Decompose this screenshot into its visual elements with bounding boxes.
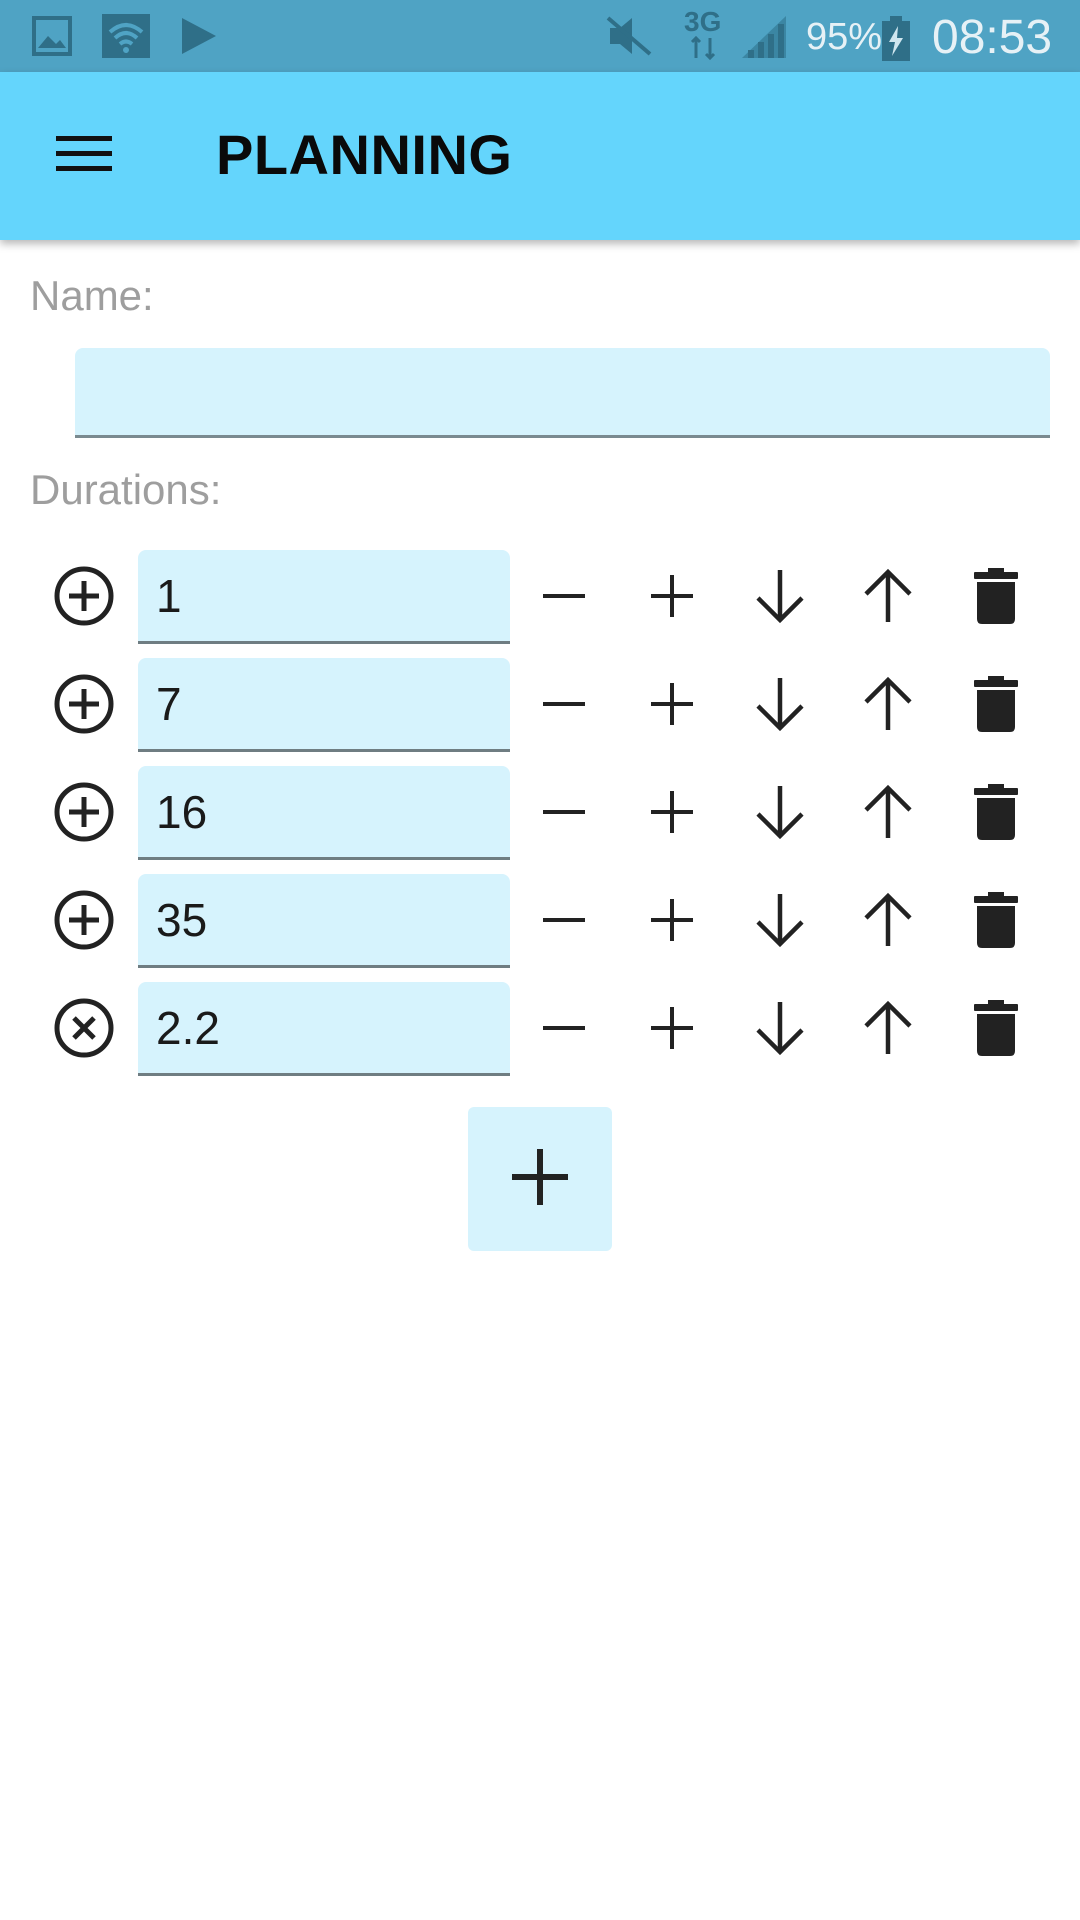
add-circle-icon — [53, 565, 115, 632]
move-up-button[interactable] — [856, 890, 920, 954]
name-input[interactable] — [75, 348, 1050, 438]
arrow-up-icon — [862, 892, 914, 953]
duration-type-toggle[interactable] — [52, 674, 116, 738]
delete-button[interactable] — [964, 566, 1028, 630]
arrow-down-icon — [754, 568, 806, 629]
plus-icon — [648, 680, 696, 733]
mute-icon — [604, 14, 654, 63]
increase-button[interactable] — [640, 566, 704, 630]
duration-input[interactable] — [138, 550, 510, 644]
page-title: PLANNING — [216, 123, 513, 186]
move-down-button[interactable] — [748, 782, 812, 846]
increase-button[interactable] — [640, 674, 704, 738]
delete-icon — [974, 891, 1018, 953]
multiply-circle-icon — [53, 997, 115, 1064]
duration-row — [0, 658, 1080, 766]
decrease-button[interactable] — [532, 782, 596, 846]
add-circle-icon — [53, 781, 115, 848]
delete-button[interactable] — [964, 674, 1028, 738]
increase-button[interactable] — [640, 890, 704, 954]
decrease-button[interactable] — [532, 674, 596, 738]
delete-icon — [974, 567, 1018, 629]
duration-row — [0, 550, 1080, 658]
duration-row — [0, 982, 1080, 1090]
increase-button[interactable] — [640, 998, 704, 1062]
duration-input[interactable] — [138, 766, 510, 860]
arrow-up-icon — [862, 676, 914, 737]
duration-input[interactable] — [138, 874, 510, 968]
duration-row — [0, 874, 1080, 982]
arrow-down-icon — [754, 1000, 806, 1061]
move-down-button[interactable] — [748, 998, 812, 1062]
battery-percent: 95% — [806, 16, 883, 58]
delete-icon — [974, 675, 1018, 737]
play-store-icon — [176, 14, 220, 63]
move-up-button[interactable] — [856, 998, 920, 1062]
duration-type-toggle[interactable] — [52, 890, 116, 954]
plus-icon — [648, 1004, 696, 1057]
move-down-button[interactable] — [748, 674, 812, 738]
arrow-up-icon — [862, 784, 914, 845]
image-icon — [30, 14, 74, 63]
move-up-button[interactable] — [856, 566, 920, 630]
move-up-button[interactable] — [856, 782, 920, 846]
minus-icon — [540, 896, 588, 949]
durations-list — [0, 550, 1080, 1090]
decrease-button[interactable] — [532, 998, 596, 1062]
delete-icon — [974, 999, 1018, 1061]
signal-icon — [740, 14, 790, 65]
battery-charging-icon — [880, 16, 912, 67]
move-up-button[interactable] — [856, 674, 920, 738]
delete-icon — [974, 783, 1018, 845]
minus-icon — [540, 1004, 588, 1057]
add-duration-button[interactable] — [468, 1107, 612, 1251]
wifi-icon — [102, 14, 150, 63]
minus-icon — [540, 788, 588, 841]
plus-icon — [648, 896, 696, 949]
duration-type-toggle[interactable] — [52, 566, 116, 630]
durations-label: Durations: — [30, 466, 222, 513]
add-circle-icon — [53, 889, 115, 956]
plus-icon — [508, 1145, 572, 1214]
duration-type-toggle[interactable] — [52, 998, 116, 1062]
duration-input[interactable] — [138, 658, 510, 752]
plus-icon — [648, 788, 696, 841]
status-bar: 3G 95% 08:53 — [0, 0, 1080, 72]
minus-icon — [540, 572, 588, 625]
duration-row — [0, 766, 1080, 874]
add-circle-icon — [53, 673, 115, 740]
minus-icon — [540, 680, 588, 733]
clock-time: 08:53 — [932, 11, 1053, 64]
hamburger-menu-icon — [56, 134, 112, 179]
decrease-button[interactable] — [532, 890, 596, 954]
arrow-up-icon — [862, 1000, 914, 1061]
increase-button[interactable] — [640, 782, 704, 846]
duration-input[interactable] — [138, 982, 510, 1076]
arrow-down-icon — [754, 892, 806, 953]
delete-button[interactable] — [964, 890, 1028, 954]
decrease-button[interactable] — [532, 566, 596, 630]
arrow-down-icon — [754, 676, 806, 737]
move-down-button[interactable] — [748, 890, 812, 954]
delete-button[interactable] — [964, 782, 1028, 846]
arrow-up-icon — [862, 568, 914, 629]
menu-button[interactable] — [44, 118, 124, 194]
network-type-label: 3G — [684, 6, 722, 37]
move-down-button[interactable] — [748, 566, 812, 630]
app-bar: PLANNING — [0, 72, 1080, 240]
arrow-down-icon — [754, 784, 806, 845]
plus-icon — [648, 572, 696, 625]
delete-button[interactable] — [964, 998, 1028, 1062]
name-label: Name: — [30, 272, 154, 319]
duration-type-toggle[interactable] — [52, 782, 116, 846]
